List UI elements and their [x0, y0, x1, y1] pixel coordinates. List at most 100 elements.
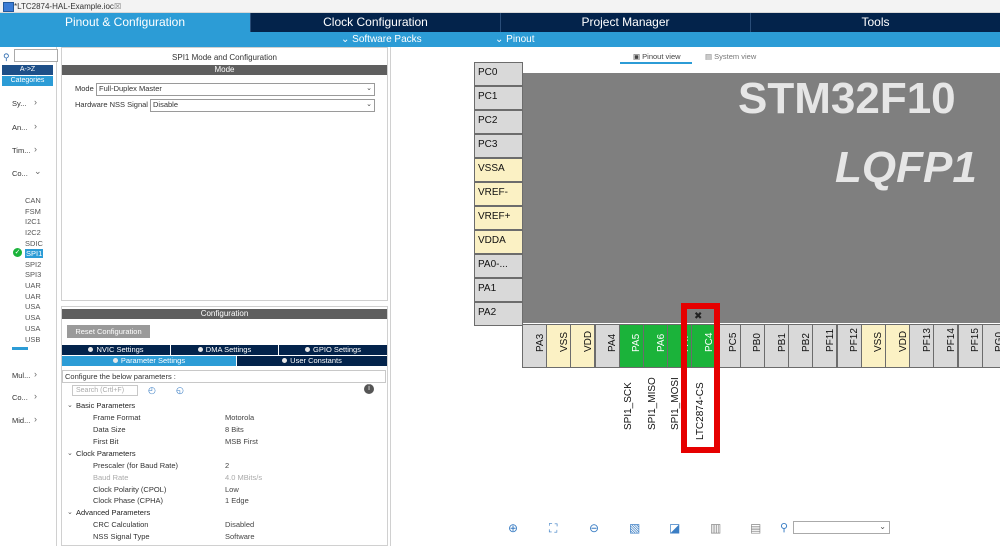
pin-pf15[interactable]: PF15	[957, 324, 983, 368]
zoom-in-icon[interactable]: ⊕	[508, 521, 518, 535]
pin-pa3[interactable]: PA3	[522, 324, 547, 368]
info-icon[interactable]: i	[364, 384, 374, 394]
pin-vss[interactable]: VSS	[860, 324, 886, 368]
reset-configuration-button[interactable]: Reset Configuration	[67, 325, 150, 338]
pin-pa2[interactable]: PA2	[474, 302, 523, 326]
categories-panel: ⚲ A->Z Categories Sy... › An... › Tim... › …	[0, 47, 58, 546]
pin-pa5[interactable]: PA5	[618, 324, 644, 368]
peripheral-usart2[interactable]: USA	[25, 313, 40, 322]
pin-pc1[interactable]: PC1	[474, 86, 523, 110]
pin-pg0[interactable]: PG0	[981, 324, 1000, 368]
zoom-out-icon[interactable]: ⊖	[589, 521, 599, 535]
pin-pushpin-icon[interactable]: ✖	[694, 311, 702, 322]
fit-to-screen-icon[interactable]: ⛶	[549, 521, 557, 536]
chevron-right-icon: ›	[34, 369, 37, 379]
param-value[interactable]: Low	[225, 485, 239, 494]
pin-label: PB2	[800, 333, 812, 352]
close-tab-icon[interactable]: ☒	[114, 0, 121, 13]
export-image-icon[interactable]: ▧	[629, 521, 640, 535]
category-analog[interactable]: An...	[12, 123, 27, 132]
pin-pc3[interactable]: PC3	[474, 134, 523, 158]
rotate-icon[interactable]: ◪	[669, 521, 680, 535]
peripheral-i2c2[interactable]: I2C2	[25, 228, 41, 237]
peripheral-uart4[interactable]: UAR	[25, 281, 41, 290]
pin-label: PA5	[631, 333, 643, 352]
pin-vref[interactable]: VREF+	[474, 206, 523, 230]
system-view-tab[interactable]: ▤ System view	[705, 52, 756, 61]
pin-vref[interactable]: VREF-	[474, 182, 523, 206]
pin-pb0[interactable]: PB0	[739, 324, 765, 368]
split-view-icon[interactable]: ▥	[710, 521, 721, 535]
pin-pa4[interactable]: PA4	[594, 324, 620, 368]
pin-vdda[interactable]: VDDA	[474, 230, 523, 254]
pinout-view-tab[interactable]: ▣ Pinout view	[633, 52, 681, 61]
tab-dma-settings[interactable]: DMA Settings	[171, 345, 278, 355]
category-search-input[interactable]	[14, 49, 58, 62]
param-label: CRC Calculation	[93, 520, 149, 529]
pin-pb1[interactable]: PB1	[764, 324, 789, 368]
param-value[interactable]: Software	[225, 532, 255, 541]
collapse-all-icon[interactable]: ◵	[176, 385, 184, 396]
param-value[interactable]: MSB First	[225, 437, 258, 446]
categories-toggle[interactable]: Categories	[2, 76, 53, 86]
group-basic-parameters[interactable]: Basic Parameters	[76, 401, 135, 410]
param-value[interactable]: 8 Bits	[225, 425, 244, 434]
peripheral-usb[interactable]: USB	[25, 335, 40, 344]
pin-vss[interactable]: VSS	[546, 324, 572, 368]
tab-pinout-configuration[interactable]: Pinout & Configuration	[0, 13, 251, 32]
parameter-search-input[interactable]: Search (Crtl+F)	[72, 385, 138, 396]
nss-select[interactable]: Disable ⌄	[150, 99, 375, 112]
group-advanced-parameters[interactable]: Advanced Parameters	[76, 508, 150, 517]
peripheral-i2c1[interactable]: I2C1	[25, 217, 41, 226]
tab-nvic-settings[interactable]: NVIC Settings	[62, 345, 170, 355]
pin-vdd[interactable]: VDD	[570, 324, 596, 368]
peripheral-fsmc[interactable]: FSM	[25, 207, 41, 216]
peripheral-usart3[interactable]: USA	[25, 324, 40, 333]
category-multimedia[interactable]: Mul...	[12, 371, 30, 380]
tab-user-constants[interactable]: User Constants	[237, 356, 387, 366]
list-scrollbar[interactable]	[12, 347, 28, 350]
tab-project-manager[interactable]: Project Manager	[501, 13, 751, 32]
peripheral-spi1[interactable]: SPI1	[25, 249, 44, 258]
param-value[interactable]: Motorola	[225, 413, 254, 422]
pin-vdd[interactable]: VDD	[885, 324, 910, 368]
group-clock-parameters[interactable]: Clock Parameters	[76, 449, 136, 458]
category-system-core[interactable]: Sy...	[12, 99, 26, 108]
peripheral-can[interactable]: CAN	[25, 196, 41, 205]
tab-tools[interactable]: Tools	[751, 13, 1000, 32]
peripheral-usart1[interactable]: USA	[25, 302, 40, 311]
peripheral-spi3[interactable]: SPI3	[25, 270, 41, 279]
pin-pa1[interactable]: PA1	[474, 278, 523, 302]
category-computing[interactable]: Co...	[12, 393, 28, 402]
pin-pb2[interactable]: PB2	[788, 324, 814, 368]
pin-vssa[interactable]: VSSA	[474, 158, 523, 182]
pin-pf12[interactable]: PF12	[836, 324, 862, 368]
tab-gpio-settings[interactable]: GPIO Settings	[279, 345, 387, 355]
pin-search-select[interactable]: ⌄	[793, 521, 890, 534]
peripheral-uart5[interactable]: UAR	[25, 292, 41, 301]
pin-pf11[interactable]: PF11	[812, 324, 838, 368]
category-timers[interactable]: Tim...	[12, 146, 30, 155]
category-middleware[interactable]: Mid...	[12, 416, 30, 425]
tab-clock-configuration[interactable]: Clock Configuration	[251, 13, 501, 32]
pinout-menu[interactable]: ⌄ Pinout	[495, 32, 535, 47]
chevron-down-icon: ⌄	[67, 402, 73, 409]
software-packs-menu[interactable]: ⌄ Software Packs	[341, 32, 422, 47]
category-connectivity[interactable]: Co...	[12, 169, 28, 178]
param-value[interactable]: 1 Edge	[225, 496, 249, 505]
pin-pf13[interactable]: PF13	[909, 324, 935, 368]
mode-select[interactable]: Full-Duplex Master ⌄	[96, 83, 375, 96]
pin-pa6[interactable]: PA6	[643, 324, 668, 368]
expand-all-icon[interactable]: ◴	[148, 385, 156, 396]
pin-pc0[interactable]: PC0	[474, 62, 523, 86]
layout-icon[interactable]: ▤	[750, 521, 761, 535]
param-value[interactable]: Disabled	[225, 520, 254, 529]
param-value[interactable]: 2	[225, 461, 229, 470]
pin-pf14[interactable]: PF14	[933, 324, 959, 368]
pin-pc2[interactable]: PC2	[474, 110, 523, 134]
sort-az-toggle[interactable]: A->Z	[2, 65, 53, 75]
tab-parameter-settings[interactable]: Parameter Settings	[62, 356, 236, 366]
peripheral-spi2[interactable]: SPI2	[25, 260, 41, 269]
peripheral-sdio[interactable]: SDIC	[25, 239, 43, 248]
pin-pa0[interactable]: PA0-...	[474, 254, 523, 278]
